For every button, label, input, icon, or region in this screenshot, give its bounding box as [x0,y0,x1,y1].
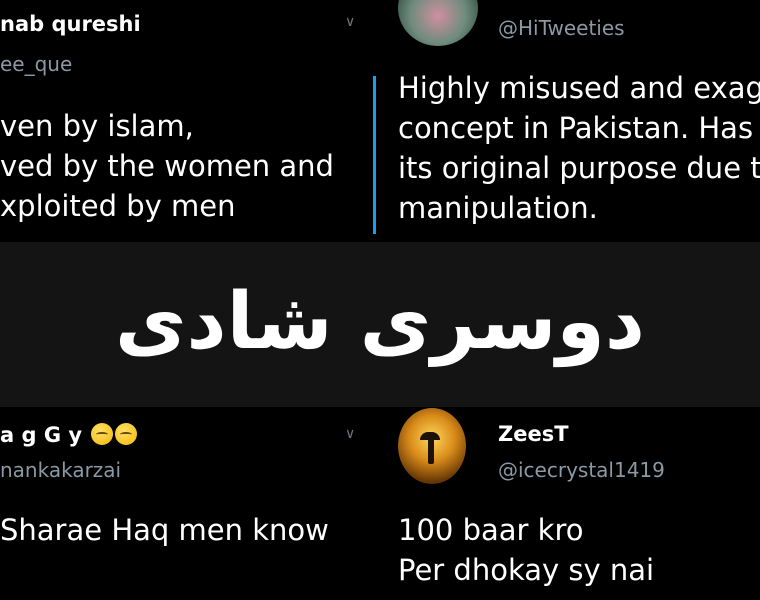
tweet-text-line: ven by islam, [0,109,194,143]
tweet-author-name[interactable]: a g G y [0,423,138,447]
avatar[interactable] [398,0,478,46]
tweet-author-name[interactable]: nab qureshi [0,12,141,36]
thread-line [373,76,376,234]
tweet-body: ven by islam, ved by the women and xploi… [0,106,334,226]
sleeping-face-icon [115,423,138,445]
tweet-body: Highly misused and exag concept in Pakis… [398,68,760,228]
tweet-body: 100 baar kro Per dhokay sy nai [398,510,654,590]
tweet-text-line: manipulation. [398,191,598,225]
tweet-text-line: ved by the women and [0,149,334,183]
tweet-text-line: Per dhokay sy nai [398,553,655,587]
tweet-author-handle[interactable]: ee_que [0,52,72,76]
tweet-text-line: concept in Pakistan. Has [398,111,754,145]
tweet-author-handle[interactable]: @HiTweeties [498,16,625,40]
tweet-author-name[interactable]: ZeesT [498,422,569,446]
chevron-down-icon[interactable]: ∨ [345,426,355,442]
avatar[interactable] [398,408,466,484]
sleeping-face-icon [91,423,114,445]
tweet-text-line: 100 baar kro [398,513,584,547]
tweet-text-line: Sharae Haq men know [0,513,329,547]
tweet-author-handle[interactable]: @icecrystal1419 [498,458,665,482]
tweet-author-handle[interactable]: nankakarzai [0,458,121,482]
chevron-down-icon[interactable]: ∨ [345,14,355,30]
banner-title: دوسری شادی [115,277,645,367]
tweet-author-name-text: a g G y [0,423,83,447]
tweet-text-line: xploited by men [0,189,236,223]
tweet-body: Sharae Haq men know [0,510,329,550]
tweet-text-line: Highly misused and exag [398,71,760,105]
tweet-text-line: its original purpose due to [398,151,760,185]
